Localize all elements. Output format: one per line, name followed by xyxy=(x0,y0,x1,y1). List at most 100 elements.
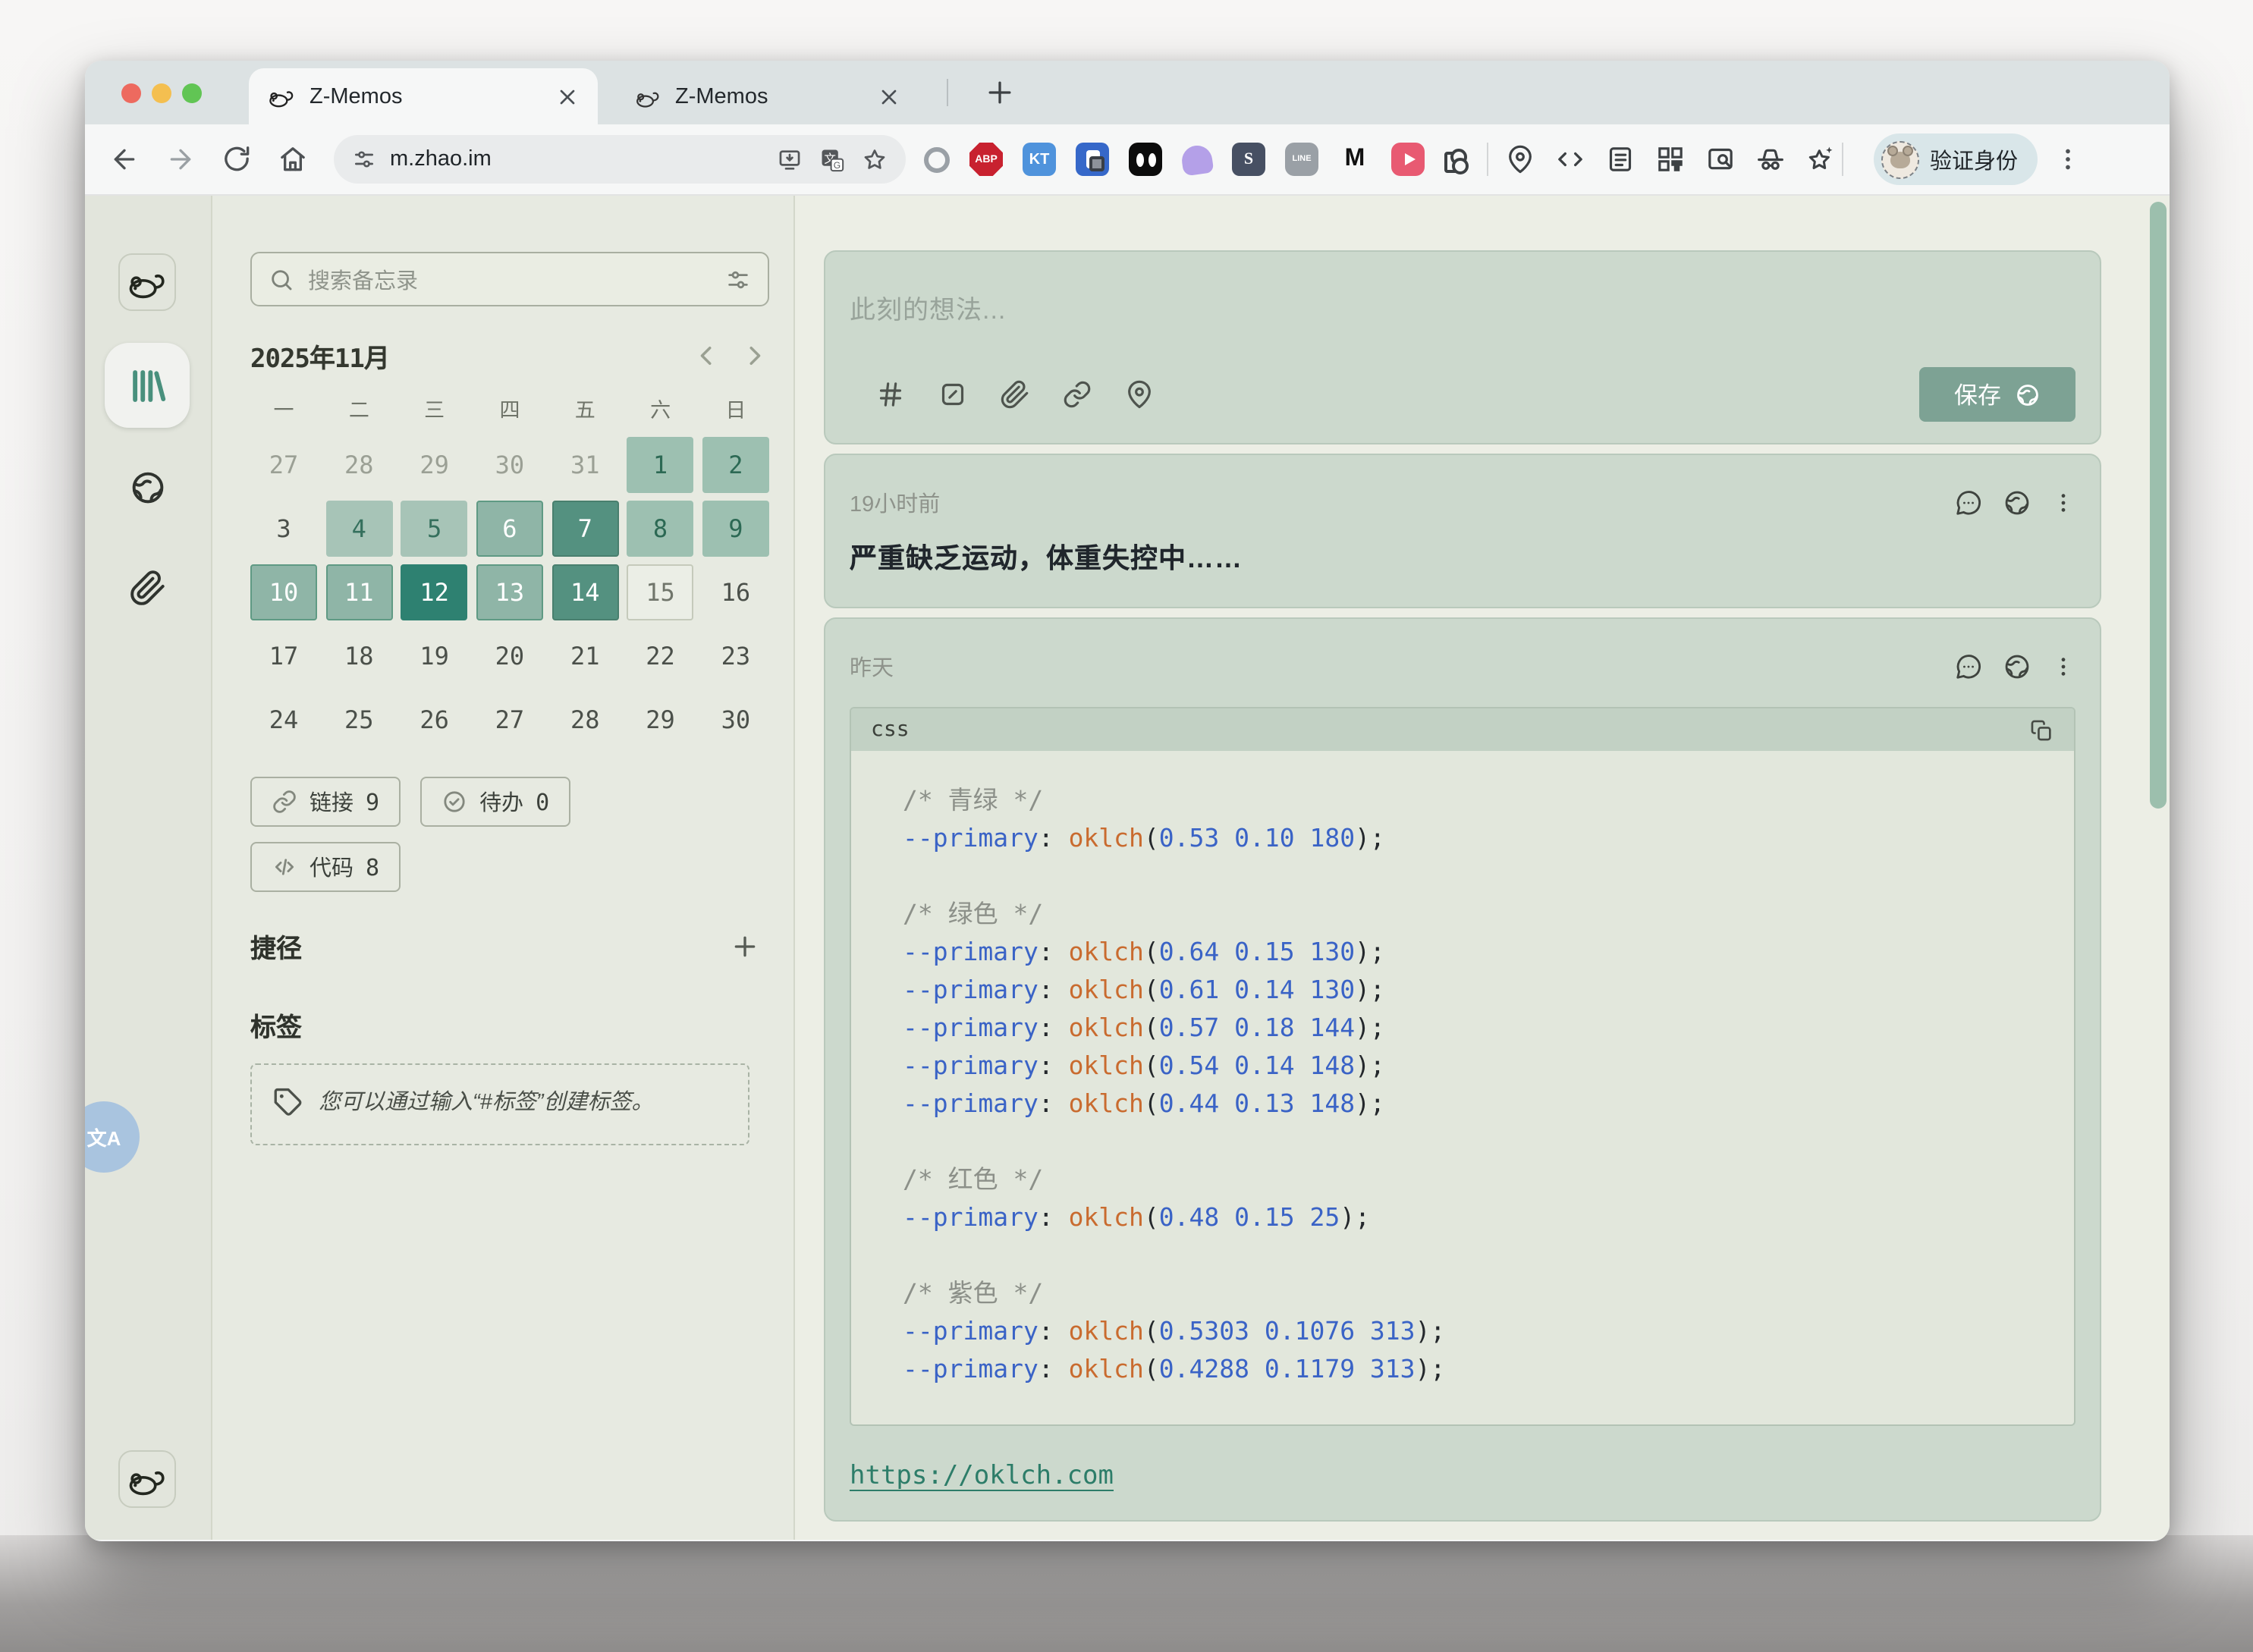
tab-zmemos-active[interactable]: Z-Memos xyxy=(249,68,598,124)
calendar-day[interactable]: 22 xyxy=(627,628,694,684)
incognito-icon[interactable] xyxy=(1755,144,1786,174)
calendar-day[interactable]: 21 xyxy=(551,628,618,684)
calendar-day[interactable]: 6 xyxy=(476,501,543,557)
tab-close-icon[interactable] xyxy=(877,84,901,108)
site-settings-icon[interactable] xyxy=(352,147,376,171)
calendar-day[interactable]: 1 xyxy=(627,437,694,493)
tab-close-icon[interactable] xyxy=(555,84,580,108)
location-pin-icon[interactable] xyxy=(1505,144,1535,174)
calendar-day[interactable]: 28 xyxy=(551,692,618,748)
reload-button[interactable] xyxy=(222,144,252,174)
calendar-day[interactable]: 11 xyxy=(325,564,392,620)
calendar-day[interactable]: 5 xyxy=(401,501,468,557)
extension-eyes-icon[interactable] xyxy=(1129,143,1162,176)
calendar-day[interactable]: 27 xyxy=(476,692,543,748)
install-app-icon[interactable] xyxy=(777,146,803,172)
extension-abp-icon[interactable]: ABP xyxy=(969,143,1003,176)
nav-explore-globe-icon[interactable] xyxy=(129,469,167,507)
calendar-day[interactable]: 7 xyxy=(551,501,618,557)
extension-puzzle-icon[interactable] xyxy=(1444,152,1466,173)
calendar-day[interactable]: 2 xyxy=(702,437,769,493)
stat-todos[interactable]: 待办 0 xyxy=(420,777,570,827)
calendar-next-icon[interactable] xyxy=(740,341,769,370)
minimize-window-button[interactable] xyxy=(152,83,171,103)
calendar-day[interactable]: 9 xyxy=(702,501,769,557)
extension-lock-icon[interactable] xyxy=(1076,143,1109,176)
calendar-day[interactable]: 14 xyxy=(551,564,618,620)
calendar-day[interactable]: 19 xyxy=(401,628,468,684)
visibility-globe-icon[interactable] xyxy=(2003,488,2031,517)
nav-memos-active[interactable] xyxy=(105,343,190,428)
calendar-day[interactable]: 26 xyxy=(401,692,468,748)
calendar-day[interactable]: 17 xyxy=(250,628,317,684)
page-scrollbar-thumb[interactable] xyxy=(2150,202,2167,809)
bookmark-star-icon[interactable] xyxy=(862,146,888,172)
back-button[interactable] xyxy=(109,144,140,174)
calendar-day[interactable]: 23 xyxy=(702,628,769,684)
code-brackets-icon[interactable] xyxy=(1555,144,1585,174)
task-square-icon[interactable] xyxy=(938,379,968,410)
hashtag-icon[interactable] xyxy=(875,379,906,410)
translate-icon[interactable]: 文G xyxy=(819,146,845,172)
new-tab-button[interactable] xyxy=(983,76,1017,109)
visibility-globe-icon[interactable] xyxy=(2003,652,2031,681)
extension-ring-icon[interactable] xyxy=(924,146,950,172)
calendar-day[interactable]: 12 xyxy=(401,564,468,620)
profile-chip[interactable]: 验证身份 xyxy=(1874,133,2038,185)
mouse-bottom-button[interactable] xyxy=(118,1450,176,1508)
stat-links[interactable]: 链接 9 xyxy=(250,777,401,827)
calendar-day[interactable]: 8 xyxy=(627,501,694,557)
stat-code[interactable]: 代码 8 xyxy=(250,842,401,892)
calendar-day[interactable]: 10 xyxy=(250,564,317,620)
home-button[interactable] xyxy=(278,144,308,174)
browser-menu-icon[interactable] xyxy=(2054,144,2082,174)
extension-kt-icon[interactable]: KT xyxy=(1023,143,1056,176)
extension-s-icon[interactable]: S xyxy=(1232,143,1265,176)
search-page-icon[interactable] xyxy=(1705,144,1736,174)
zoom-window-button[interactable] xyxy=(182,83,202,103)
calendar-day[interactable]: 29 xyxy=(627,692,694,748)
extension-ghost-icon[interactable] xyxy=(1180,143,1214,175)
nav-attachments-paperclip-icon[interactable] xyxy=(129,569,167,607)
location-icon[interactable] xyxy=(1124,379,1155,410)
calendar-prev-icon[interactable] xyxy=(692,341,721,370)
insert-link-icon[interactable] xyxy=(1062,379,1092,410)
search-input[interactable]: 搜索备忘录 xyxy=(250,252,769,306)
calendar-day[interactable]: 16 xyxy=(702,564,769,620)
calendar-day[interactable]: 20 xyxy=(476,628,543,684)
forward-button[interactable] xyxy=(165,144,196,174)
calendar-day[interactable]: 13 xyxy=(476,564,543,620)
bookmark-sparkle-icon[interactable] xyxy=(1805,144,1836,174)
reading-list-icon[interactable] xyxy=(1605,144,1636,174)
copy-code-icon[interactable] xyxy=(2028,717,2054,743)
app-logo-button[interactable] xyxy=(118,253,176,311)
translate-float-button[interactable]: 文A xyxy=(85,1101,140,1173)
calendar-day[interactable]: 27 xyxy=(250,437,317,493)
extension-m-icon[interactable]: M xyxy=(1338,143,1372,176)
calendar-day[interactable]: 30 xyxy=(476,437,543,493)
editor-input[interactable]: 此刻的想法... xyxy=(850,288,2075,326)
memo-link[interactable]: https://oklch.com xyxy=(850,1461,1114,1491)
tab-zmemos-inactive[interactable]: Z-Memos xyxy=(616,68,919,124)
search-filter-icon[interactable] xyxy=(725,266,751,292)
attach-paperclip-icon[interactable] xyxy=(1000,379,1030,410)
extension-line-icon[interactable]: LINE xyxy=(1285,143,1318,176)
calendar-day[interactable]: 31 xyxy=(551,437,618,493)
close-window-button[interactable] xyxy=(121,83,141,103)
add-shortcut-button[interactable] xyxy=(730,931,760,961)
address-bar[interactable]: m.zhao.im 文G xyxy=(334,135,906,184)
calendar-day[interactable]: 15 xyxy=(627,564,694,620)
calendar-day[interactable]: 24 xyxy=(250,692,317,748)
calendar-day[interactable]: 25 xyxy=(325,692,392,748)
memo-menu-icon[interactable] xyxy=(2051,652,2075,681)
calendar-day[interactable]: 18 xyxy=(325,628,392,684)
qr-code-icon[interactable] xyxy=(1655,144,1686,174)
calendar-day[interactable]: 4 xyxy=(325,501,392,557)
calendar-day[interactable]: 28 xyxy=(325,437,392,493)
comment-icon[interactable] xyxy=(1954,488,1983,517)
memo-menu-icon[interactable] xyxy=(2051,488,2075,517)
calendar-day[interactable]: 29 xyxy=(401,437,468,493)
extension-video-icon[interactable] xyxy=(1391,143,1425,176)
comment-icon[interactable] xyxy=(1954,652,1983,681)
calendar-day[interactable]: 30 xyxy=(702,692,769,748)
